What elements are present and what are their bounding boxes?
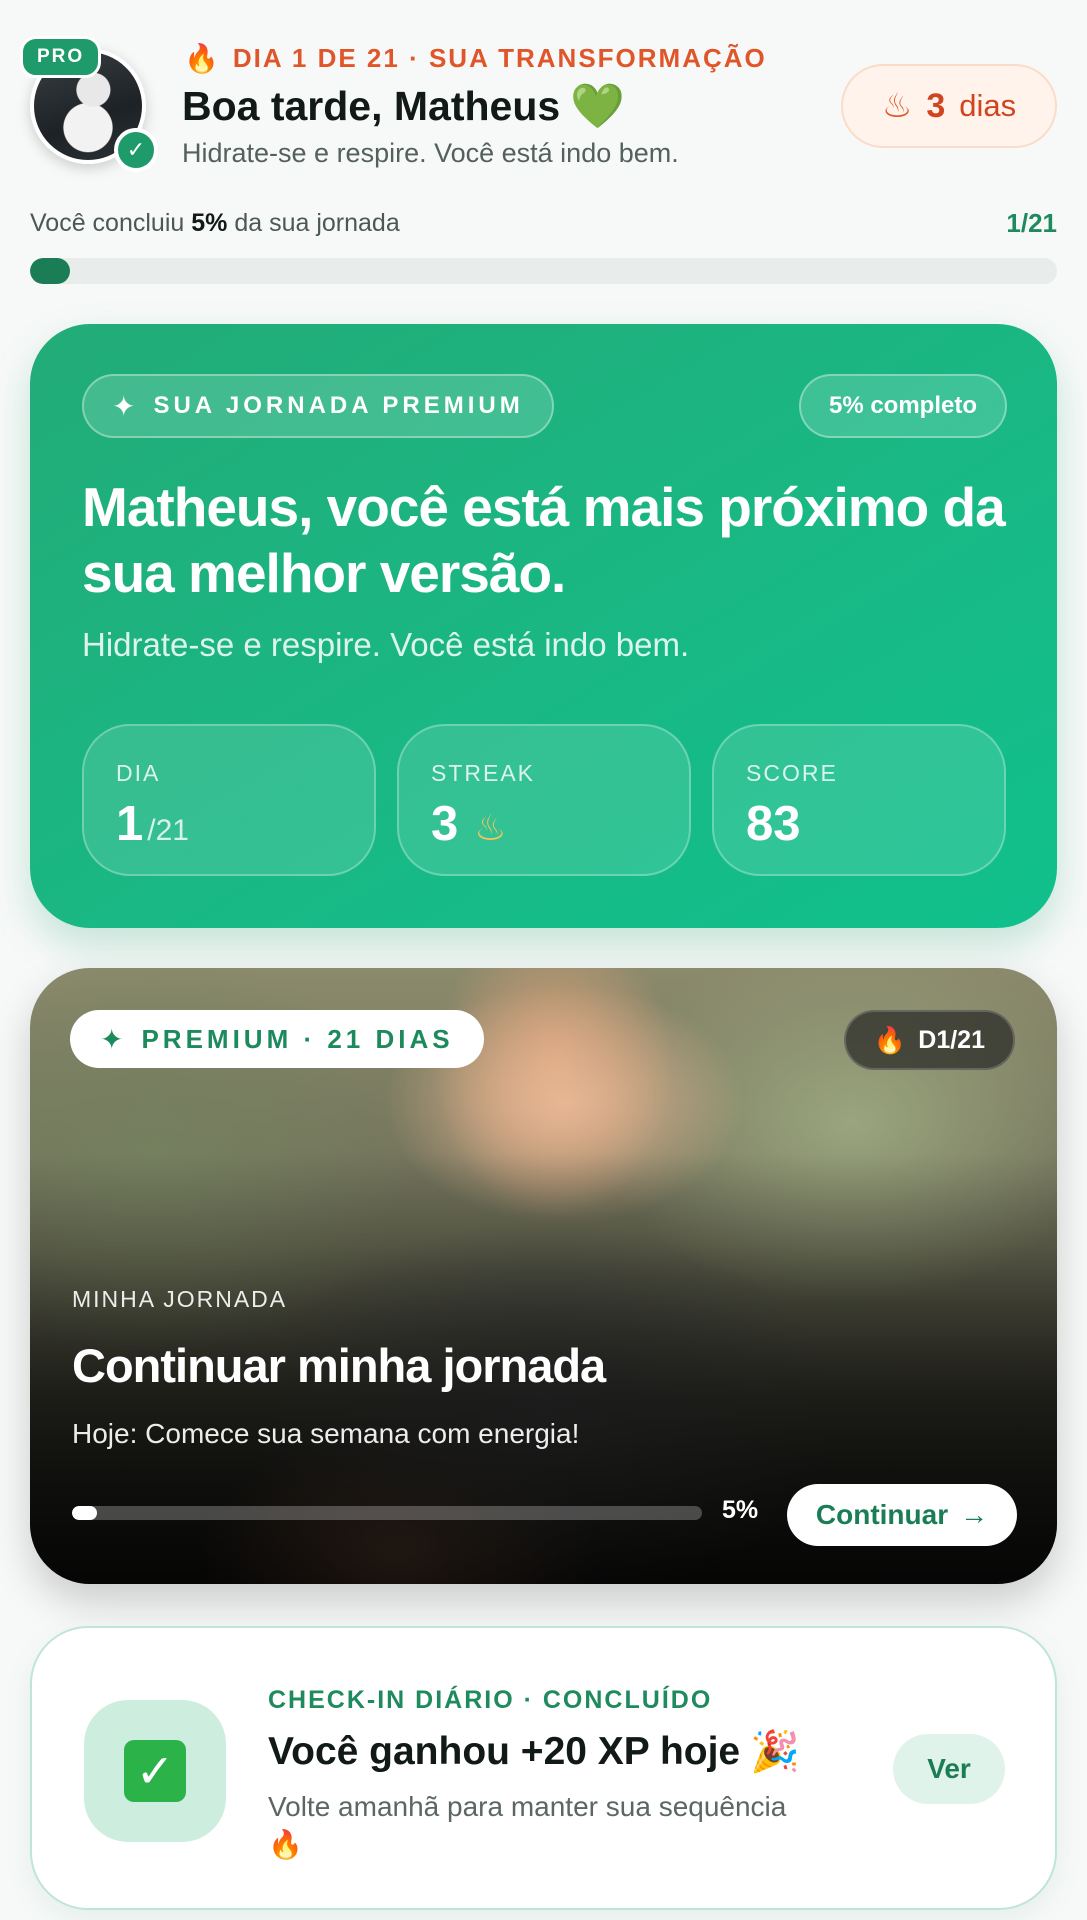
premium-subtitle: Hidrate-se e respire. Você está indo bem… bbox=[82, 626, 690, 663]
flame-outline-icon: ♨ bbox=[881, 87, 913, 125]
journey-title: Continuar minha jornada bbox=[72, 1339, 606, 1392]
stat-day-value: 1 bbox=[116, 797, 144, 851]
stat-value: 83 bbox=[746, 796, 801, 852]
checkin-title-text: Você ganhou +20 XP hoje bbox=[268, 1729, 741, 1773]
greeting-text: Boa tarde, Matheus bbox=[182, 82, 561, 129]
progress-prefix: Você concluiu bbox=[30, 209, 185, 237]
stat-day: DIA 1 /21 bbox=[82, 724, 376, 876]
stat-label: STREAK bbox=[431, 760, 536, 786]
day-eyebrow: 🔥 DIA 1 DE 21 · SUA TRANSFORMAÇÃO bbox=[184, 42, 767, 75]
flame-icon: 🔥 bbox=[873, 1024, 907, 1055]
daily-checkin-card[interactable]: ✓ CHECK-IN DIÁRIO · CONCLUÍDO Você ganho… bbox=[30, 1626, 1057, 1910]
progress-percent: 5% bbox=[191, 209, 228, 237]
premium-headline: Matheus, você está mais próximo da sua m… bbox=[82, 476, 1006, 604]
checkin-subtitle: Volte amanhã para manter sua sequência 🔥 bbox=[268, 1788, 788, 1864]
header: PRO ✓ 🔥 DIA 1 DE 21 · SUA TRANSFORMAÇÃO … bbox=[0, 0, 1087, 200]
stat-value: 1 /21 bbox=[116, 796, 189, 852]
streak-value: 3 bbox=[926, 86, 946, 125]
journey-progress-text: Você concluiu 5% da sua jornada bbox=[30, 209, 400, 238]
stats-row: DIA 1 /21 STREAK 3 ♨ SCORE 83 bbox=[82, 724, 1006, 876]
greeting: Boa tarde, Matheus 💚 bbox=[182, 80, 625, 132]
check-tile: ✓ bbox=[84, 1700, 226, 1842]
stat-streak: STREAK 3 ♨ bbox=[397, 724, 691, 876]
party-popper-icon: 🎉 bbox=[750, 1730, 800, 1774]
stat-streak-value: 3 bbox=[431, 797, 459, 851]
sparkles-icon: ✦ bbox=[100, 1023, 128, 1055]
ver-button[interactable]: Ver bbox=[893, 1734, 1005, 1804]
stat-label: DIA bbox=[116, 760, 161, 786]
profile-avatar[interactable]: PRO ✓ bbox=[20, 36, 158, 172]
flame-outline-icon: ♨ bbox=[474, 807, 507, 848]
premium-chip: ✦ SUA JORNADA PREMIUM bbox=[82, 374, 554, 438]
greeting-subtitle: Hidrate-se e respire. Você está indo bem… bbox=[182, 138, 679, 168]
streak-pill[interactable]: ♨ 3 dias bbox=[841, 64, 1057, 148]
checkin-subtitle-text: Volte amanhã para manter sua sequência bbox=[268, 1791, 787, 1822]
checkin-title: Você ganhou +20 XP hoje 🎉 bbox=[268, 1728, 800, 1775]
journey-eyebrow: MINHA JORNADA bbox=[72, 1286, 288, 1312]
arrow-right-icon: → bbox=[960, 1499, 989, 1530]
day-badge-text: D1/21 bbox=[918, 1025, 985, 1054]
check-box-icon: ✓ bbox=[124, 1740, 186, 1802]
journey-card-progress-fill bbox=[72, 1506, 98, 1520]
journey-card-percent: 5% bbox=[722, 1496, 759, 1524]
day-eyebrow-text: DIA 1 DE 21 · SUA TRANSFORMAÇÃO bbox=[232, 43, 767, 73]
stat-day-total: /21 bbox=[147, 814, 189, 847]
progress-count: 1/21 bbox=[1006, 208, 1057, 238]
completion-chip: 5% completo bbox=[798, 374, 1007, 438]
premium-chip-label: SUA JORNADA PREMIUM bbox=[153, 392, 524, 419]
sparkles-icon: ✦ bbox=[112, 390, 140, 422]
day-badge: 🔥 D1/21 bbox=[843, 1010, 1015, 1070]
premium-days-label: PREMIUM · 21 DIAS bbox=[141, 1023, 454, 1054]
checkin-eyebrow: CHECK-IN DIÁRIO · CONCLUÍDO bbox=[268, 1686, 713, 1714]
journey-progress-fill bbox=[30, 258, 71, 284]
continue-button[interactable]: Continuar → bbox=[787, 1484, 1017, 1546]
journey-card-progress-bar bbox=[72, 1506, 702, 1520]
verified-check-icon: ✓ bbox=[114, 128, 158, 172]
premium-journey-card[interactable]: ✦ SUA JORNADA PREMIUM 5% completo Matheu… bbox=[30, 324, 1057, 928]
stat-value: 3 ♨ bbox=[431, 796, 507, 852]
journey-progress-row: Você concluiu 5% da sua jornada 1/21 bbox=[30, 208, 1057, 239]
stat-score-value: 83 bbox=[746, 797, 801, 851]
premium-days-chip: ✦ PREMIUM · 21 DIAS bbox=[70, 1010, 484, 1068]
continue-button-label: Continuar bbox=[815, 1499, 949, 1530]
journey-subtitle: Hoje: Comece sua semana com energia! bbox=[72, 1418, 580, 1449]
flame-icon: 🔥 bbox=[268, 1829, 303, 1860]
pro-badge: PRO bbox=[20, 36, 102, 78]
streak-unit: dias bbox=[959, 88, 1017, 123]
stat-score: SCORE 83 bbox=[712, 724, 1006, 876]
continue-journey-card[interactable]: ✦ PREMIUM · 21 DIAS 🔥 D1/21 MINHA JORNAD… bbox=[30, 968, 1057, 1584]
flame-icon: 🔥 bbox=[184, 43, 221, 74]
journey-progress-bar bbox=[30, 258, 1057, 284]
stat-label: SCORE bbox=[746, 760, 838, 786]
progress-suffix: da sua jornada bbox=[234, 209, 400, 237]
green-heart-icon: 💚 bbox=[570, 82, 625, 131]
